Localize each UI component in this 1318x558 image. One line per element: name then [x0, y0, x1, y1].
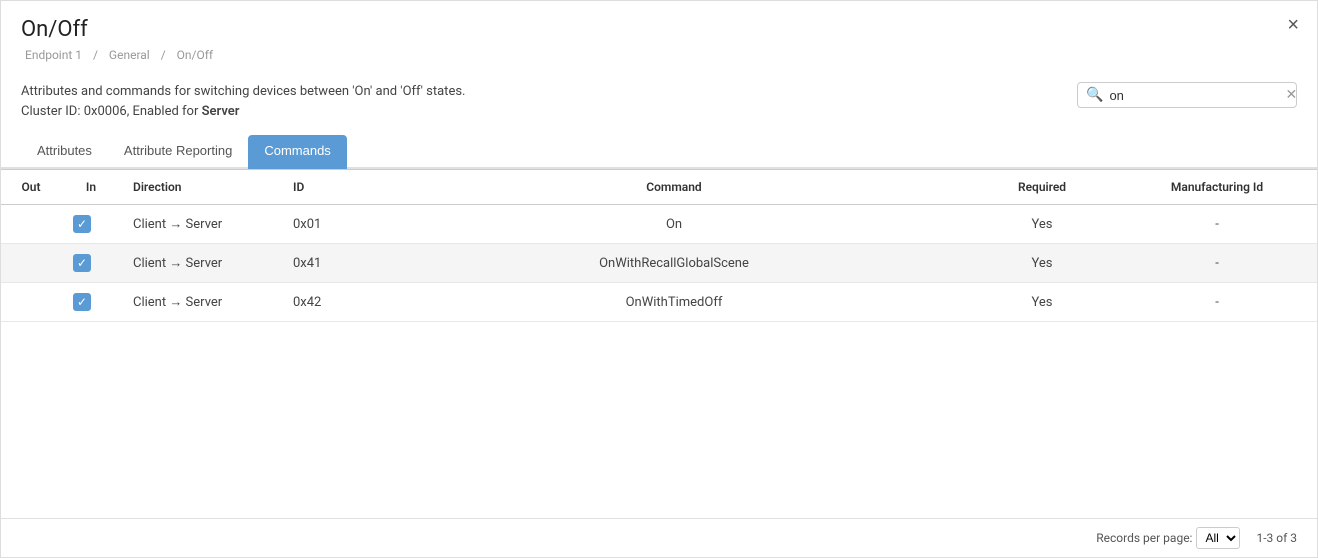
tab-commands[interactable]: Commands	[248, 135, 346, 169]
records-per-page: Records per page: All 10 25 50	[1096, 527, 1240, 549]
records-per-page-label: Records per page:	[1096, 531, 1192, 545]
description-line2-prefix: Cluster ID: 0x0006, Enabled for	[21, 104, 202, 119]
cell-out-3	[1, 283, 61, 322]
cell-out-2	[1, 244, 61, 283]
cell-required-3: Yes	[967, 283, 1117, 322]
description-line1: Attributes and commands for switching de…	[21, 82, 465, 102]
clear-search-icon[interactable]: ✕	[1285, 87, 1297, 103]
col-header-out: Out	[1, 170, 61, 205]
cell-mfg-id-2: -	[1117, 244, 1317, 283]
search-input[interactable]	[1109, 88, 1285, 103]
cell-command-1: On	[381, 205, 967, 244]
table-body: ✓ Client → Server 0x01 On Yes - ✓ Client…	[1, 205, 1317, 322]
col-header-required: Required	[967, 170, 1117, 205]
tab-attributes[interactable]: Attributes	[21, 135, 108, 169]
modal-container: On/Off × Endpoint 1 / General / On/Off A…	[0, 0, 1318, 558]
records-count: 1-3 of 3	[1256, 531, 1297, 545]
table-row: ✓ Client → Server 0x41 OnWithRecallGloba…	[1, 244, 1317, 283]
records-per-page-select[interactable]: All 10 25 50	[1196, 527, 1240, 549]
col-header-command: Command	[381, 170, 967, 205]
commands-table: Out In Direction ID Command Required Man…	[1, 169, 1317, 322]
cell-in-2: ✓	[61, 244, 121, 283]
col-header-id: ID	[281, 170, 381, 205]
cell-direction-3: Client → Server	[121, 283, 281, 322]
modal-header: On/Off × Endpoint 1 / General / On/Off	[1, 1, 1317, 72]
col-header-direction: Direction	[121, 170, 281, 205]
checkbox-in-3[interactable]: ✓	[73, 293, 91, 311]
close-button[interactable]: ×	[1287, 15, 1299, 35]
cell-out-1	[1, 205, 61, 244]
table-header-row: Out In Direction ID Command Required Man…	[1, 170, 1317, 205]
description-line2-bold: Server	[202, 104, 240, 119]
description-line2: Cluster ID: 0x0006, Enabled for Server	[21, 102, 465, 122]
cell-direction-1: Client → Server	[121, 205, 281, 244]
table-row: ✓ Client → Server 0x01 On Yes -	[1, 205, 1317, 244]
checkbox-in-2[interactable]: ✓	[73, 254, 91, 272]
tabs-bar: Attributes Attribute Reporting Commands	[1, 135, 1317, 169]
footer: Records per page: All 10 25 50 1-3 of 3	[1, 518, 1317, 557]
tab-attribute-reporting[interactable]: Attribute Reporting	[108, 135, 248, 169]
cell-id-3: 0x42	[281, 283, 381, 322]
cell-mfg-id-1: -	[1117, 205, 1317, 244]
modal-title: On/Off	[21, 17, 1297, 42]
search-box[interactable]: 🔍 ✕	[1077, 82, 1297, 108]
cell-in-1: ✓	[61, 205, 121, 244]
breadcrumb-sep-2: /	[161, 48, 169, 62]
description-area: Attributes and commands for switching de…	[1, 72, 1317, 121]
breadcrumb: Endpoint 1 / General / On/Off	[21, 48, 1297, 62]
col-header-mfg-id: Manufacturing Id	[1117, 170, 1317, 205]
breadcrumb-item-3: On/Off	[177, 48, 213, 62]
table-container: Out In Direction ID Command Required Man…	[1, 169, 1317, 518]
cell-in-3: ✓	[61, 283, 121, 322]
cell-command-2: OnWithRecallGlobalScene	[381, 244, 967, 283]
cell-direction-2: Client → Server	[121, 244, 281, 283]
breadcrumb-item-2: General	[109, 48, 150, 62]
col-header-in: In	[61, 170, 121, 205]
description-text: Attributes and commands for switching de…	[21, 82, 465, 121]
cell-required-2: Yes	[967, 244, 1117, 283]
search-icon: 🔍	[1086, 87, 1103, 103]
breadcrumb-sep-1: /	[93, 48, 101, 62]
breadcrumb-item-1: Endpoint 1	[25, 48, 82, 62]
cell-id-2: 0x41	[281, 244, 381, 283]
cell-command-3: OnWithTimedOff	[381, 283, 967, 322]
table-row: ✓ Client → Server 0x42 OnWithTimedOff Ye…	[1, 283, 1317, 322]
checkbox-in-1[interactable]: ✓	[73, 215, 91, 233]
cell-id-1: 0x01	[281, 205, 381, 244]
cell-required-1: Yes	[967, 205, 1117, 244]
cell-mfg-id-3: -	[1117, 283, 1317, 322]
